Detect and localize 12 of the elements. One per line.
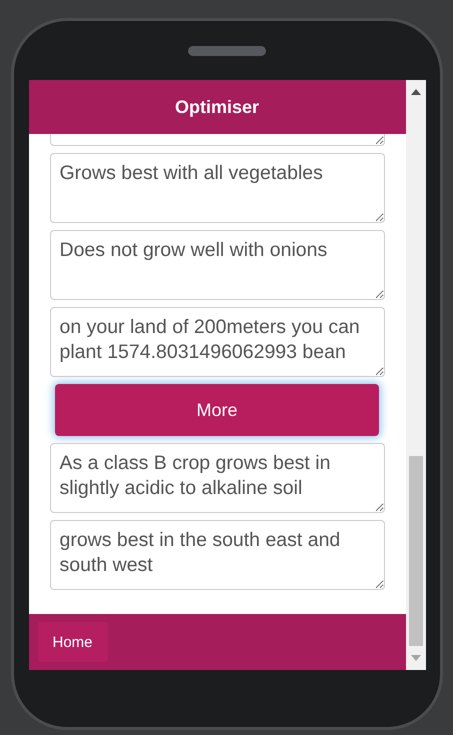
app-title: Optimiser xyxy=(174,96,260,118)
scrollbar-thumb[interactable] xyxy=(408,456,422,646)
text-area[interactable]: As a class B crop grows best in slightly acidic to alkaline soil xyxy=(50,443,384,513)
scrollbar[interactable] xyxy=(406,80,426,670)
text-area[interactable]: Does not grow well with onions xyxy=(50,230,384,300)
text-area[interactable]: on your land of 200meters you can plant 1574.8031496062993 bean xyxy=(50,307,384,377)
text-area[interactable]: Grows best with all vegetables xyxy=(50,153,384,223)
home-button[interactable]: Home xyxy=(38,622,108,662)
text-area[interactable]: grows best in the south east and south west xyxy=(50,520,384,590)
scroll-up-icon[interactable] xyxy=(410,89,420,95)
scroll-down-icon[interactable] xyxy=(410,655,420,661)
more-button[interactable]: More xyxy=(55,384,379,436)
